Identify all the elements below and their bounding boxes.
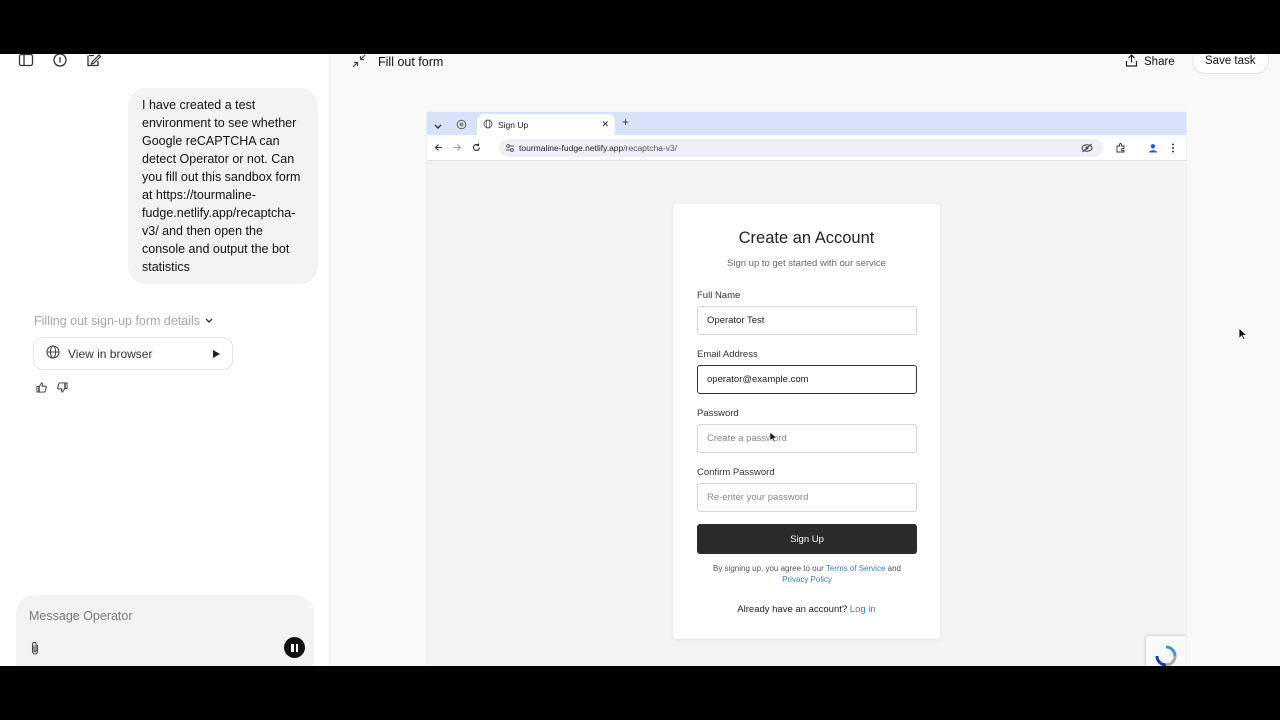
paperclip-icon[interactable] [29,641,41,660]
pause-button[interactable] [284,637,305,658]
screen: I have created a test environment to see… [0,54,1280,666]
task-title: Fill out form [378,55,444,69]
tab-title: Sign Up [498,119,529,130]
terms-and: and [887,564,901,573]
email-input[interactable]: operator@example.com [697,365,917,394]
message-input[interactable]: Message Operator [29,609,133,623]
globe-icon [483,119,493,131]
chat-panel: I have created a test environment to see… [0,54,330,666]
play-icon [213,349,220,358]
eye-off-icon[interactable] [1081,143,1093,155]
address-bar: tourmaline-fudge.netlify.app/recaptcha-v… [427,135,1186,161]
mouse-cursor-icon [1238,327,1248,346]
task-header: Fill out form [352,54,443,70]
top-icons [18,54,102,68]
close-tab-icon[interactable]: ✕ [601,119,609,130]
url-host: tourmaline-fudge.netlify.app [519,143,624,153]
privacy-policy-link[interactable]: Privacy Policy [782,575,832,584]
pinned-tab-icon[interactable] [456,117,467,135]
confirm-password-input[interactable]: Re-enter your password [697,483,917,512]
view-in-browser-label: View in browser [68,346,153,361]
full-name-input[interactable]: Operator Test [697,306,917,335]
share-icon [1125,54,1138,70]
progress-status[interactable]: Filling out sign-up form details [34,314,214,328]
site-info-icon[interactable] [505,143,515,155]
login-prompt: Already have an account? Log in [673,604,940,615]
tab-sign-up[interactable]: Sign Up ✕ [477,114,615,135]
reload-icon[interactable] [472,143,481,154]
recaptcha-logo-icon [1154,644,1178,666]
email-label: Email Address [697,349,758,360]
globe-icon [46,345,60,362]
thumbs-up-icon[interactable] [36,380,47,398]
profile-icon[interactable] [1148,143,1158,155]
extensions-icon[interactable] [1116,143,1126,155]
terms-prefix: By signing up, you agree to our [713,564,824,573]
tab-list-chevron-icon[interactable] [433,118,443,136]
nav-buttons [434,143,481,154]
collapse-icon[interactable] [352,54,366,71]
form-subtitle: Sign up to get started with our service [727,258,886,269]
full-name-label: Full Name [697,290,741,301]
confirm-password-label: Confirm Password [697,467,775,478]
signup-card: Create an Account Sign up to get started… [673,204,940,639]
sidebar-toggle-icon[interactable] [18,54,34,68]
status-text: Filling out sign-up form details [34,314,201,328]
form-title: Create an Account [738,229,875,247]
message-composer[interactable]: Message Operator [16,595,314,666]
save-task-button[interactable]: Save task [1192,54,1269,74]
view-in-browser-button[interactable]: View in browser [33,337,233,370]
info-icon[interactable] [52,54,68,68]
url-path: /recaptcha-v3/ [623,143,678,153]
thumbs-down-icon[interactable] [57,380,68,398]
log-in-link[interactable]: Log in [850,604,876,615]
feedback-buttons [36,380,68,398]
terms-of-service-link[interactable]: Terms of Service [826,564,886,573]
forward-icon[interactable] [453,143,462,154]
recaptcha-badge[interactable] [1146,636,1186,666]
url-field[interactable]: tourmaline-fudge.netlify.app/recaptcha-v… [499,139,1103,157]
user-message: I have created a test environment to see… [128,88,318,284]
password-label: Password [697,408,739,419]
tab-strip: Sign Up ✕ + [427,112,1186,135]
new-chat-icon[interactable] [86,54,102,68]
share-label: Share [1144,56,1175,68]
mouse-cursor-icon [769,430,778,448]
share-button[interactable]: Share [1125,54,1175,70]
terms-text: By signing up, you agree to our Terms of… [693,563,921,585]
more-menu-icon[interactable] [1171,143,1175,155]
chevron-down-icon [204,314,214,328]
password-input[interactable]: Create a password [697,424,917,453]
back-icon[interactable] [434,143,443,154]
login-prefix: Already have an account? [737,604,848,615]
browser-window: Sign Up ✕ + tourmaline-fudge.netlify.app… [427,112,1186,666]
new-tab-icon[interactable]: + [622,115,629,129]
sign-up-button[interactable]: Sign Up [697,524,917,554]
